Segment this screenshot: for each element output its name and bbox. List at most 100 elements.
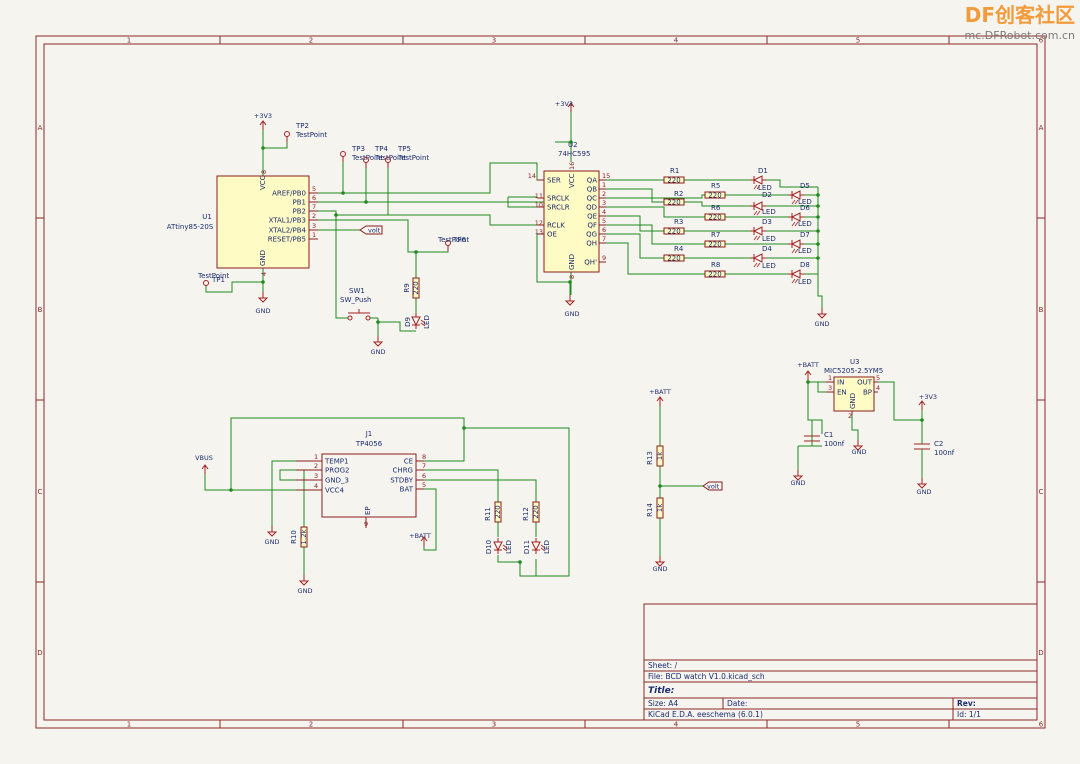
c2-ref: C2 — [934, 440, 943, 448]
d6-value: LED — [798, 220, 812, 228]
u3-pinnum-4: 4 — [876, 384, 880, 392]
tb-id: Id: 1/1 — [957, 710, 981, 719]
tp4-ref: TP4 — [374, 145, 388, 153]
title-block: Sheet: / File: BCD watch V1.0.kicad_sch … — [643, 603, 1038, 721]
j1-pin-prog2: PROG2 — [325, 467, 349, 475]
d4-value: LED — [762, 262, 776, 270]
u2-pin-srclr: SRCLR — [547, 204, 570, 212]
j1-tp4056[interactable]: TEMP1 PROG2 GND_3 VCC4 1 2 3 4 CE CHRG S… — [296, 430, 426, 528]
d10-ref: D10 — [485, 540, 493, 554]
schematic-sheet: 1 2 3 4 5 6 1 2 3 4 5 6 A B C D A B C D … — [35, 3, 1075, 729]
u2-pin-srclk: SRCLK — [547, 195, 570, 203]
frame-row-b: B — [38, 306, 43, 314]
u2-pinnum-12: 12 — [535, 219, 543, 227]
u2-pinnum-7: 7 — [602, 235, 606, 243]
c1-ref: C1 — [824, 431, 833, 439]
u2-pin-qh-prime: QH' — [584, 259, 597, 267]
d11-ref: D11 — [523, 540, 531, 554]
sw1-ref: SW1 — [349, 287, 365, 295]
tb-file: File: BCD watch V1.0.kicad_sch — [648, 672, 765, 681]
r2-value: 220 — [667, 199, 680, 207]
frame-col-1: 1 — [127, 37, 131, 45]
u2-pin-qe: QE — [587, 213, 597, 221]
u2-pin-qb: QB — [587, 186, 598, 194]
u3-pin-bp: BP — [863, 389, 872, 397]
frame-col-1-bottom: 1 — [127, 721, 131, 729]
u2-pinnum-4: 4 — [602, 208, 606, 216]
j1-ref: J1 — [365, 430, 373, 438]
gnd-j1: GND — [265, 538, 280, 546]
gnd-u1: GND — [256, 307, 271, 315]
u2-74hc595[interactable]: SER SRCLK SRCLR RCLK OE 14 11 10 12 13 Q… — [528, 141, 611, 279]
net-label-volt-2: volt — [702, 481, 723, 491]
pwr-j1-batt: +BATT — [409, 532, 431, 540]
gnd-u3: GND — [852, 448, 867, 456]
u1-vcc-label: VCC — [259, 175, 267, 190]
d2-value: LED — [762, 208, 776, 216]
j1-pinnum-2: 2 — [314, 462, 318, 470]
r13-value: 1k — [656, 451, 664, 460]
sw1-pushbutton[interactable]: SW1 SW_Push — [340, 287, 379, 322]
frame-col-2-bottom: 2 — [309, 721, 313, 729]
frame-row-d-right: D — [1038, 649, 1043, 657]
r3-ref: R3 — [674, 218, 683, 226]
j1-pin-ce: CE — [404, 458, 413, 466]
frame-row-c-right: C — [1039, 488, 1044, 496]
u3-mic5205[interactable]: IN EN OUT BP GND 1 3 5 4 2 U3 MIC5205-2.… — [824, 358, 883, 420]
watermark: DF创客社区 mc.DFRobot.com.cn — [965, 3, 1075, 42]
d3-value: LED — [762, 235, 776, 243]
u2-pin-qh: QH — [586, 240, 597, 248]
c2-capacitor: C2 100nf — [914, 440, 955, 457]
wires-bottom — [204, 372, 923, 577]
tp6-value: TestPoint — [437, 236, 469, 244]
c1-value: 100nf — [824, 440, 845, 448]
gnd-sw1: GND — [371, 348, 386, 356]
r8-value: 220 — [708, 271, 721, 279]
j1-pinnum-3: 3 — [314, 472, 318, 480]
tp5-ref: TP5 — [397, 145, 411, 153]
frame-row-a: A — [38, 124, 43, 132]
d2-ref: D2 — [762, 191, 772, 199]
r1-ref: R1 — [670, 167, 679, 175]
watermark-url: mc.DFRobot.com.cn — [965, 29, 1075, 42]
j1-ep-label: EP — [364, 506, 372, 515]
u1-pin-pb0: AREF/PB0 — [272, 190, 306, 198]
d1-ref: D1 — [758, 167, 768, 175]
j1-pinnum-4: 4 — [314, 482, 318, 490]
u2-pin-rclk: RCLK — [547, 222, 565, 230]
u2-pinnum-10: 10 — [535, 201, 543, 209]
tb-date: Date: — [727, 699, 747, 708]
j1-pinnum-8: 8 — [422, 453, 426, 461]
pwr-vbus: VBUS — [195, 454, 213, 462]
u3-pinnum-3: 3 — [828, 384, 832, 392]
d8-value: LED — [798, 278, 812, 286]
r3-value: 220 — [667, 228, 680, 236]
pwr-u3-batt: +BATT — [797, 361, 819, 369]
u2-pin-qa: QA — [587, 177, 598, 185]
u1-gnd-num: 4 — [260, 272, 268, 276]
j1-pin-vcc4: VCC4 — [325, 487, 345, 495]
j1-pinnum-5: 5 — [422, 481, 426, 489]
net-volt-u1: volt — [368, 227, 381, 235]
u1-pinnum-5: 5 — [312, 185, 316, 193]
frame-col-5: 5 — [856, 37, 860, 45]
u2-pinnum-6: 6 — [602, 226, 606, 234]
u1-attiny85[interactable]: AREF/PB0 PB1 PB2 XTAL1/PB3 XTAL2/PB4 RES… — [167, 170, 318, 276]
u3-value: MIC5205-2.5YM5 — [824, 367, 883, 375]
j1-pin-gnd3: GND_3 — [325, 477, 349, 485]
d9-value: LED — [423, 315, 431, 329]
r7-ref: R7 — [711, 231, 720, 239]
u1-pin-pb2: PB2 — [293, 208, 306, 216]
j1-pin-chrg: CHRG — [393, 467, 413, 475]
r14-value: 1k — [656, 503, 664, 512]
pwr-divider-batt: +BATT — [649, 388, 671, 396]
gnd-divider: GND — [653, 565, 668, 573]
r14-ref: R14 — [646, 503, 654, 517]
pwr-u3-3v3: +3V3 — [919, 393, 937, 401]
tp1-value: TestPoint — [197, 272, 229, 280]
r6-value: 220 — [708, 214, 721, 222]
u2-gnd-label: GND — [568, 254, 576, 270]
u1-gnd-label: GND — [259, 250, 267, 266]
u1-pin-pb5: RESET/PB5 — [268, 236, 306, 244]
d7-ref: D7 — [800, 231, 810, 239]
